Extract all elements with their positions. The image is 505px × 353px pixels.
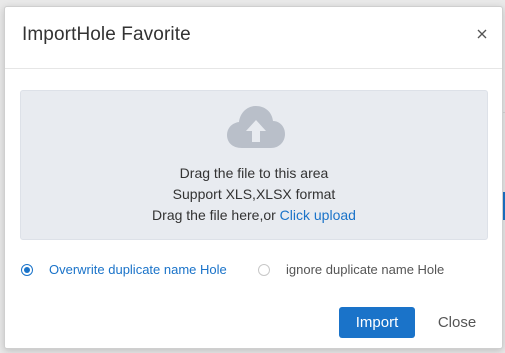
upload-instruction: Drag the file to this area: [179, 165, 329, 181]
radio-ignore[interactable]: [258, 263, 270, 276]
title-divider: [5, 68, 502, 69]
import-button[interactable]: Import: [339, 307, 415, 338]
dialog-title: ImportHole Favorite: [22, 24, 191, 45]
cloud-upload-icon: [227, 106, 285, 148]
import-dialog: ImportHole Favorite Drag the file to thi…: [4, 6, 503, 349]
upload-drag-hint: Drag the file here,or Click upload: [21, 207, 487, 223]
click-upload-link[interactable]: Click upload: [280, 207, 356, 223]
close-button[interactable]: Close: [429, 307, 485, 338]
close-icon[interactable]: [473, 25, 491, 43]
radio-overwrite[interactable]: [21, 263, 33, 276]
option-ignore[interactable]: ignore duplicate name Hole: [258, 262, 444, 277]
upload-dropzone[interactable]: Drag the file to this area Support XLS,X…: [20, 90, 488, 240]
option-ignore-label: ignore duplicate name Hole: [286, 262, 445, 277]
upload-format-hint: Support XLS,XLSX format: [172, 186, 336, 202]
option-overwrite-label: Overwrite duplicate name Hole: [49, 262, 227, 277]
upload-drag-text: Drag the file here,or: [152, 207, 280, 223]
option-overwrite[interactable]: Overwrite duplicate name Hole: [21, 262, 227, 277]
